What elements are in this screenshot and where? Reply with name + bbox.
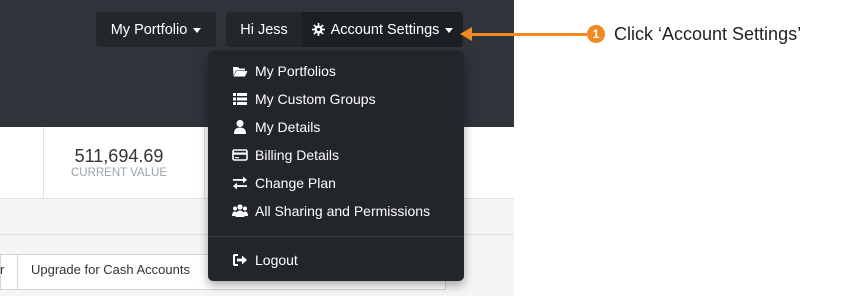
menu-item-my-portfolios[interactable]: My Portfolios <box>208 58 464 84</box>
callout-arrow-line <box>470 33 588 36</box>
current-value-amount: 511,694.69 <box>74 146 164 166</box>
stat-divider <box>204 127 205 199</box>
user-icon <box>234 120 246 134</box>
gear-icon <box>311 23 325 36</box>
menu-item-billing-details[interactable]: Billing Details <box>208 142 464 168</box>
account-settings-button[interactable]: Account Settings <box>302 12 463 47</box>
sign-out-icon <box>233 254 247 266</box>
tab-divider <box>17 254 18 290</box>
chevron-down-icon <box>445 28 454 33</box>
menu-item-change-plan[interactable]: Change Plan <box>208 170 464 196</box>
my-portfolio-button[interactable]: My Portfolio <box>96 12 216 47</box>
menu-item-sharing-permissions[interactable]: All Sharing and Permissions <box>208 198 464 224</box>
chevron-down-icon <box>193 28 202 33</box>
menu-item-label: Billing Details <box>255 147 340 163</box>
folder-open-icon <box>233 67 248 77</box>
menu-divider <box>208 236 464 237</box>
menu-item-label: Change Plan <box>255 175 336 191</box>
menu-item-label: All Sharing and Permissions <box>255 203 431 219</box>
my-portfolio-label: My Portfolio <box>110 21 188 38</box>
credit-card-icon <box>232 149 248 161</box>
greeting-label: Hi Jess <box>240 21 288 38</box>
menu-item-label: Logout <box>255 252 298 268</box>
user-greeting-button[interactable]: Hi Jess <box>226 12 302 47</box>
tab-upgrade-cash-accounts[interactable]: Upgrade for Cash Accounts <box>31 262 190 277</box>
menu-item-my-custom-groups[interactable]: My Custom Groups <box>208 86 464 112</box>
menu-item-my-details[interactable]: My Details <box>208 114 464 140</box>
tab-previous-partial[interactable]: r <box>0 262 4 277</box>
menu-item-label: My Details <box>255 119 321 135</box>
users-icon <box>232 204 248 217</box>
menu-item-label: My Custom Groups <box>255 91 376 107</box>
callout-instruction: Click ‘Account Settings’ <box>614 24 802 44</box>
current-value-label: CURRENT VALUE <box>70 167 168 179</box>
list-icon <box>233 93 247 105</box>
menu-item-label: My Portfolios <box>255 63 336 79</box>
exchange-icon <box>233 176 247 190</box>
account-settings-label: Account Settings <box>330 21 440 38</box>
menu-item-logout[interactable]: Logout <box>208 247 464 273</box>
account-settings-dropdown: My Portfolios My Custom Groups My Detail… <box>208 51 464 281</box>
callout-step-number: 1 <box>587 25 605 43</box>
